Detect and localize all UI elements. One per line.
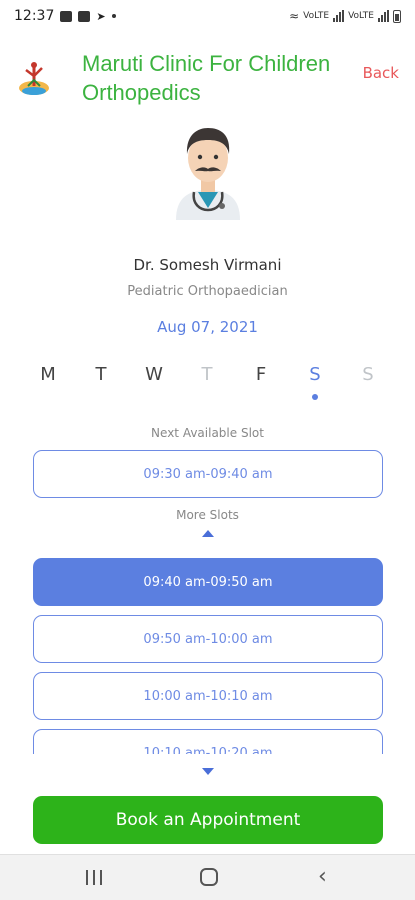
doctor-specialty: Pediatric Orthopaedician: [127, 284, 288, 299]
status-bar: 12:37 ➤ ≈ VoLTE VoLTE: [0, 0, 415, 32]
scroll-down-arrow-icon[interactable]: [202, 768, 214, 775]
signal-icon: [333, 10, 345, 22]
slot-item[interactable]: 09:40 am-09:50 am: [33, 558, 383, 606]
doctor-name: Dr. Somesh Virmani: [133, 256, 282, 274]
status-time: 12:37: [14, 8, 55, 24]
slot-item[interactable]: 09:50 am-10:00 am: [33, 615, 383, 663]
network-label-1: VoLTE: [303, 11, 330, 21]
slot-item[interactable]: 10:00 am-10:10 am: [33, 672, 383, 720]
clinic-logo: [19, 62, 49, 95]
more-slots-list[interactable]: 09:40 am-09:50 am 09:50 am-10:00 am 10:0…: [0, 552, 415, 754]
weekday-sat-label: S: [309, 364, 321, 385]
wifi-icon: ≈: [289, 9, 300, 23]
back-chevron-icon[interactable]: ‹: [318, 866, 327, 888]
system-nav-bar: ‹: [0, 854, 415, 900]
scroll-up-arrow-icon[interactable]: [202, 530, 214, 537]
network-label-2: VoLTE: [348, 11, 374, 21]
clinic-name: Maruti Clinic For Children Orthopedics: [82, 51, 331, 105]
weekday-sun: S: [362, 364, 374, 385]
book-appointment-button[interactable]: Book an Appointment: [33, 796, 383, 844]
message-icon: [78, 10, 91, 22]
selected-day-dot-icon: [312, 394, 318, 400]
notification-dot-icon: [111, 14, 116, 18]
slot-item[interactable]: 10:10 am-10:20 am: [33, 729, 383, 754]
gallery-icon: [60, 10, 73, 22]
doctor-avatar: [176, 128, 240, 220]
home-icon[interactable]: [200, 868, 218, 886]
weekday-wed[interactable]: W: [139, 364, 169, 385]
app-header: Maruti Clinic For Children Orthopedics B…: [0, 44, 415, 114]
weekday-thu: T: [201, 364, 213, 385]
signal-icon-2: [378, 10, 389, 22]
weekday-fri[interactable]: F: [246, 364, 276, 385]
recent-apps-icon[interactable]: [86, 870, 102, 885]
next-available-slot[interactable]: 09:30 am-09:40 am: [33, 450, 383, 498]
weekday-selector: M T W T F S S: [0, 364, 415, 404]
weekday-mon[interactable]: M: [33, 364, 63, 385]
telegram-icon: ➤: [96, 9, 106, 23]
more-slots-label: More Slots: [176, 508, 239, 522]
weekday-tue[interactable]: T: [86, 364, 116, 385]
next-available-label: Next Available Slot: [151, 426, 264, 440]
selected-date[interactable]: Aug 07, 2021: [0, 318, 415, 336]
battery-icon: [393, 9, 401, 23]
back-link[interactable]: Back: [363, 64, 399, 82]
weekday-sat[interactable]: S: [300, 364, 330, 400]
